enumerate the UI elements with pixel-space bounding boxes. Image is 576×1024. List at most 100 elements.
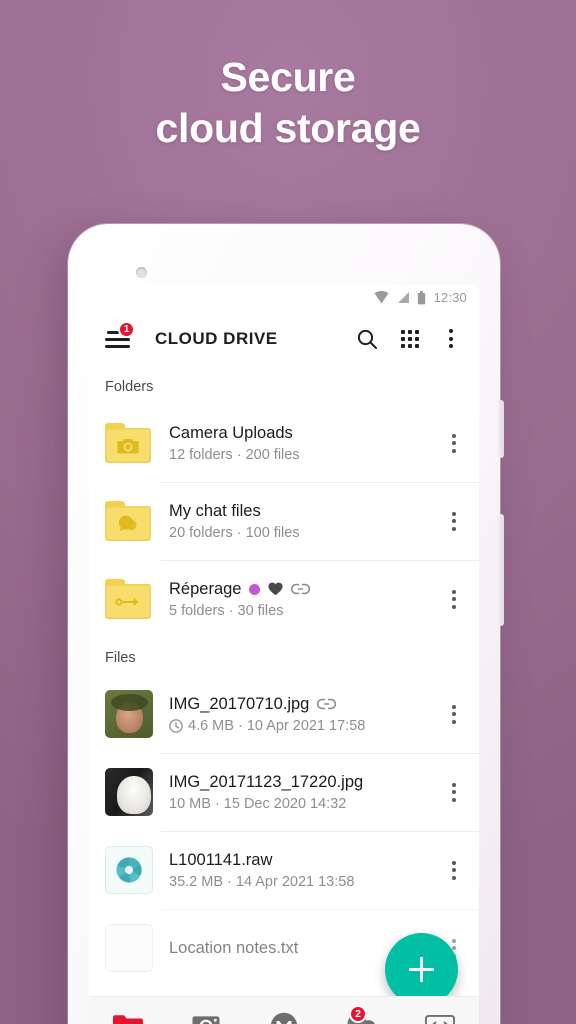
photo-portrait-thumbnail — [105, 690, 153, 738]
dot — [452, 448, 456, 453]
hamburger-line-2 — [105, 337, 130, 341]
dot — [452, 860, 456, 865]
nav-transfers[interactable] — [401, 997, 479, 1024]
front-camera-icon — [136, 267, 147, 278]
section-header-files: Files — [105, 650, 136, 666]
app-toolbar: 1 CLOUD DRIVE — [89, 310, 479, 367]
dot — [452, 433, 456, 438]
camera-folder-icon — [105, 419, 153, 467]
folder-subtitle: 5 folders · 30 files — [169, 602, 284, 619]
dot — [452, 875, 456, 880]
folder-name: Camera Uploads — [169, 424, 439, 443]
file-overflow-menu-icon[interactable] — [439, 782, 469, 802]
folder-info: Camera Uploads 12 folders · 200 files — [153, 424, 439, 463]
folder-row-camera-uploads[interactable]: Camera Uploads 12 folders · 200 files — [89, 404, 479, 482]
hamburger-menu-icon[interactable]: 1 — [105, 320, 135, 351]
cloud-drive-folder-icon — [113, 1015, 143, 1024]
folder-overflow-menu-icon[interactable] — [439, 433, 469, 453]
file-overflow-menu-icon[interactable] — [439, 860, 469, 880]
grid-cell — [408, 343, 412, 348]
file-subtitle-wrap: 4.6 MB · 10 Apr 2021 17:58 — [169, 718, 439, 734]
grid-cell — [401, 329, 405, 334]
signal-icon — [398, 292, 410, 303]
shared-link-icon — [317, 698, 337, 710]
power-button[interactable] — [498, 514, 504, 626]
dot — [452, 704, 456, 709]
dot — [449, 344, 453, 348]
file-row-img-20170710[interactable]: IMG_20170710.jpg 4.6 MB · 10 Apr 2021 17… — [89, 675, 479, 753]
file-info: IMG_20171123_17220.jpg 10 MB · 15 Dec 20… — [153, 773, 439, 812]
clock-icon — [169, 718, 183, 733]
transfers-arrows-icon — [425, 1014, 455, 1024]
grid-cell — [415, 329, 419, 334]
dot — [452, 441, 456, 445]
folder-info: My chat files 20 folders · 100 files — [153, 502, 439, 541]
text-file-icon — [105, 924, 153, 972]
nav-mega[interactable] — [245, 997, 323, 1024]
folder-overflow-menu-icon[interactable] — [439, 511, 469, 531]
phone-mockup: 12:30 1 CLOUD DRIVE Folders Camera Uploa… — [68, 224, 504, 1024]
file-name: L1001141.raw — [169, 851, 439, 870]
dot — [452, 782, 456, 787]
status-bar: 12:30 — [89, 285, 479, 310]
favourite-heart-icon — [268, 582, 284, 596]
shared-link-icon — [291, 583, 311, 595]
file-subtitle: 4.6 MB · 10 Apr 2021 17:58 — [188, 717, 366, 734]
file-row-l1001141-raw[interactable]: L1001141.raw 35.2 MB · 14 Apr 2021 13:58 — [89, 831, 479, 909]
file-info: IMG_20170710.jpg 4.6 MB · 10 Apr 2021 17… — [153, 695, 439, 734]
nav-cloud-drive[interactable] — [89, 997, 167, 1024]
raw-aperture-icon — [105, 846, 153, 894]
battery-icon — [418, 290, 426, 304]
dot — [449, 329, 453, 333]
grid-cell — [401, 336, 405, 341]
file-row-img-20171123[interactable]: IMG_20171123_17220.jpg 10 MB · 15 Dec 20… — [89, 753, 479, 831]
grid-cell — [415, 336, 419, 341]
folder-info: Réperage 5 folders · 30 files — [153, 580, 439, 619]
menu-notification-badge: 1 — [118, 320, 135, 338]
headline-line-2: cloud storage — [155, 105, 421, 152]
overflow-menu-icon[interactable] — [439, 329, 463, 348]
page-title: CLOUD DRIVE — [155, 328, 278, 348]
dot — [452, 597, 456, 601]
folder-name: Réperage — [169, 580, 439, 599]
file-info: L1001141.raw 35.2 MB · 14 Apr 2021 13:58 — [153, 851, 439, 890]
camera-uploads-icon — [192, 1015, 220, 1024]
status-time: 12:30 — [433, 290, 467, 305]
folder-name-text: Réperage — [169, 579, 242, 598]
dot — [452, 868, 456, 872]
file-subtitle: 10 MB · 15 Dec 2020 14:32 — [169, 795, 347, 812]
mega-circle-icon — [270, 1012, 298, 1024]
bottom-navigation-bar: 2 — [89, 996, 479, 1024]
dot — [452, 719, 456, 724]
folder-name-text: Camera Uploads — [169, 423, 293, 442]
wifi-icon — [374, 291, 389, 304]
nav-chat[interactable]: 2 — [323, 997, 401, 1024]
folder-name: My chat files — [169, 502, 439, 521]
folder-overflow-menu-icon[interactable] — [439, 589, 469, 609]
file-name-text: IMG_20171123_17220.jpg — [169, 772, 364, 791]
dot — [452, 589, 456, 594]
grid-cell — [401, 343, 405, 348]
folder-subtitle: 20 folders · 100 files — [169, 524, 300, 541]
dot — [452, 519, 456, 523]
volume-button[interactable] — [498, 400, 504, 458]
promo-headline: Secure cloud storage — [0, 52, 576, 155]
file-overflow-menu-icon[interactable] — [439, 704, 469, 724]
grid-cell — [408, 329, 412, 334]
headline-line-1: Secure — [220, 54, 356, 100]
search-icon[interactable] — [355, 327, 379, 351]
folder-row-my-chat-files[interactable]: My chat files 20 folders · 100 files — [89, 482, 479, 560]
purple-dot-icon — [249, 583, 261, 595]
folder-row-reperage[interactable]: Réperage 5 folders · 30 files — [89, 560, 479, 638]
dot — [452, 604, 456, 609]
nav-camera-uploads[interactable] — [167, 997, 245, 1024]
file-name-text: Location notes.txt — [169, 938, 299, 957]
folder-subtitle: 12 folders · 200 files — [169, 446, 300, 463]
dot — [452, 938, 456, 943]
grid-view-icon[interactable] — [401, 329, 419, 348]
file-name-text: L1001141.raw — [169, 850, 273, 869]
dot — [452, 797, 456, 802]
outgoing-share-folder-icon — [105, 575, 153, 623]
section-header-folders: Folders — [105, 379, 154, 395]
dot — [449, 336, 453, 341]
